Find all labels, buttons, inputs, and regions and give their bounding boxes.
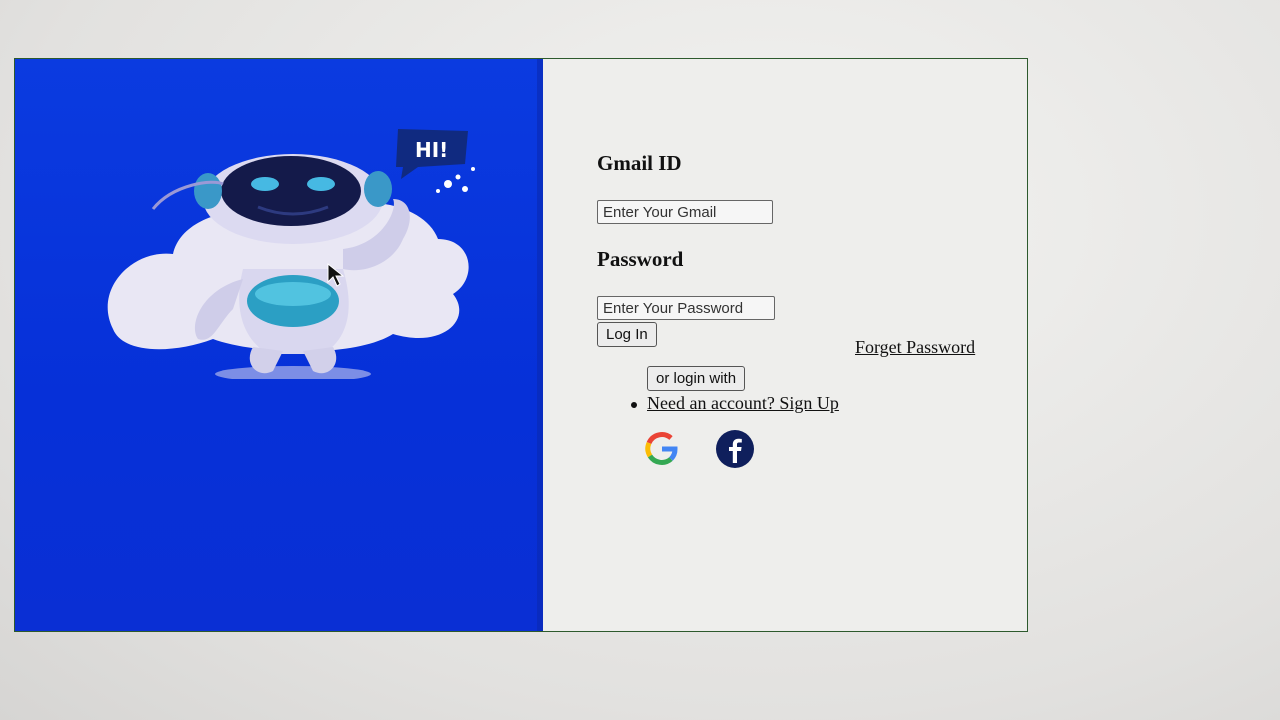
- facebook-icon[interactable]: [715, 429, 755, 469]
- gmail-input[interactable]: [597, 200, 773, 224]
- login-button[interactable]: Log In: [597, 322, 657, 347]
- google-icon[interactable]: [641, 429, 681, 469]
- bullet-icon: [631, 401, 637, 408]
- or-login-with-button[interactable]: or login with: [647, 366, 746, 391]
- password-label: Password: [597, 247, 684, 271]
- illustration-panel: HI!: [15, 59, 543, 631]
- gmail-label: Gmail ID: [597, 151, 682, 175]
- form-panel: Gmail ID Password Log In Forget Password…: [543, 59, 1027, 631]
- signup-link[interactable]: Need an account? Sign Up: [647, 393, 839, 413]
- robot-illustration: HI!: [107, 129, 475, 379]
- forget-password-link[interactable]: Forget Password: [855, 337, 975, 358]
- login-card: HI! Gmail ID Password Log In Forget Pass…: [14, 58, 1028, 632]
- signup-list-item: Need an account? Sign Up: [631, 393, 839, 414]
- password-input[interactable]: [597, 296, 775, 320]
- greeting-text: HI!: [415, 138, 448, 162]
